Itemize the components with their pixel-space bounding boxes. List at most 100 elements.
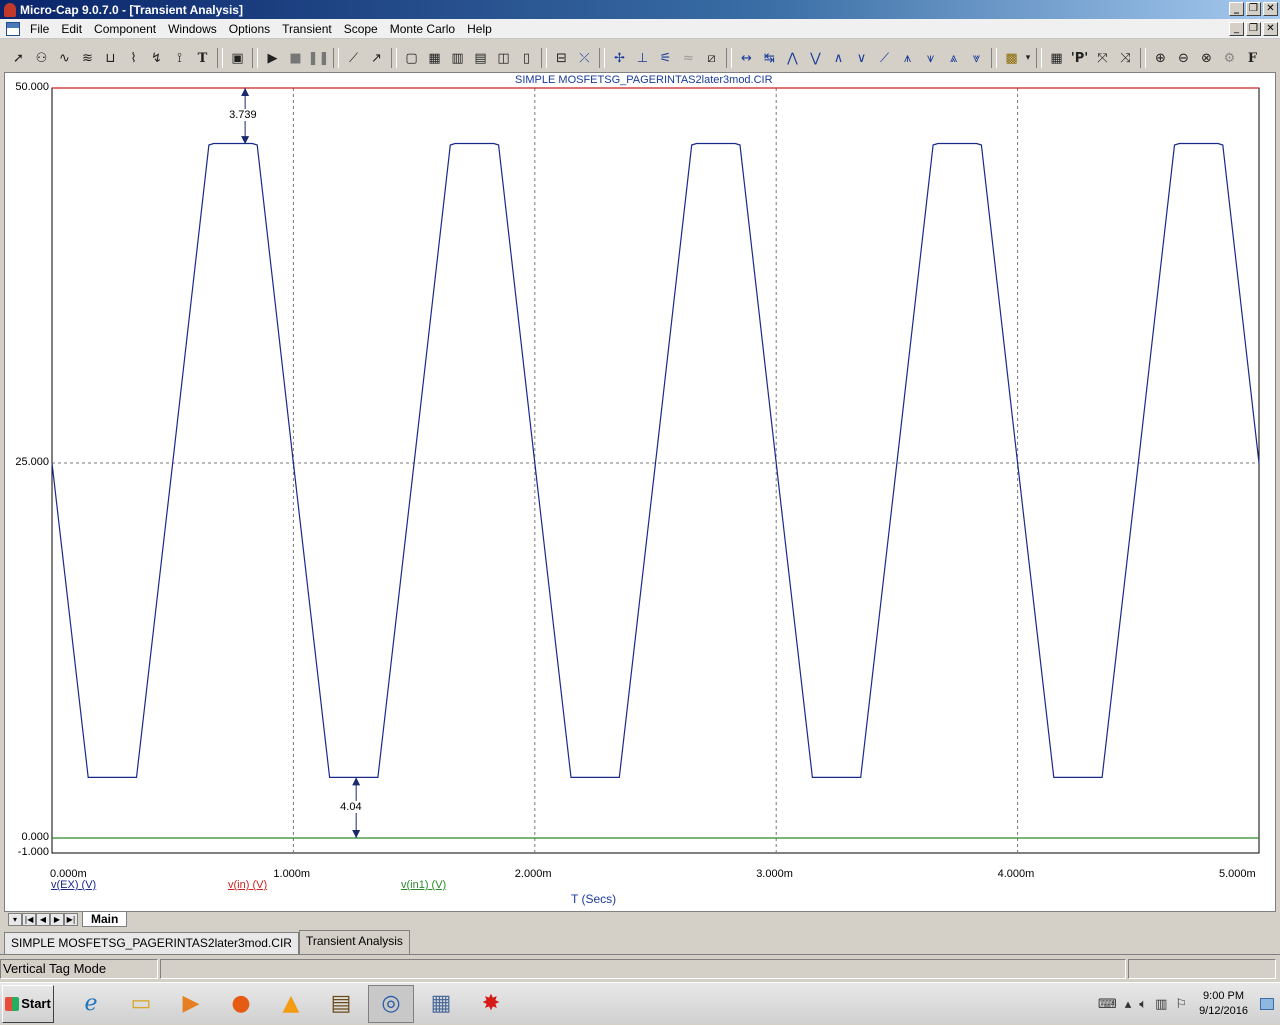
- menu-edit[interactable]: Edit: [55, 22, 88, 36]
- menu-help[interactable]: Help: [461, 22, 498, 36]
- zoom-out-icon[interactable]: ⊖: [1173, 48, 1194, 69]
- component-icon[interactable]: ⚇: [31, 48, 52, 69]
- properties-icon[interactable]: ▣: [227, 48, 248, 69]
- menu-file[interactable]: File: [24, 22, 55, 36]
- app-icon: [4, 2, 16, 17]
- bottom-icon[interactable]: ⩔: [966, 48, 987, 69]
- vlc-icon[interactable]: ▲: [268, 985, 314, 1023]
- prev-page-button[interactable]: ◀: [36, 912, 50, 926]
- toolbar-separator: [726, 48, 732, 68]
- show-desktop-icon[interactable]: [1260, 998, 1274, 1010]
- page-menu-button[interactable]: ▾: [8, 912, 22, 926]
- show-hidden-icons-icon[interactable]: ▴: [1125, 997, 1132, 1012]
- minor-grid-icon[interactable]: ▥: [447, 48, 468, 69]
- pause-icon[interactable]: ❚❚: [308, 48, 330, 69]
- columns-icon[interactable]: ▯: [516, 48, 537, 69]
- table2-icon[interactable]: ▦: [1046, 48, 1067, 69]
- tab-schematic[interactable]: SIMPLE MOSFETSG_PAGERINTAS2later3mod.CIR: [4, 932, 299, 954]
- pin-icon[interactable]: ⌇: [123, 48, 144, 69]
- tagwave-icon[interactable]: ≋: [77, 48, 98, 69]
- microcap-icon[interactable]: ◎: [368, 984, 414, 1023]
- diagonal-line-icon[interactable]: ↗: [366, 48, 387, 69]
- peak-icon[interactable]: ⋀: [782, 48, 803, 69]
- low-icon[interactable]: ∨: [851, 48, 872, 69]
- close-button[interactable]: ✕: [1263, 2, 1278, 16]
- select-arrow-icon[interactable]: ➚: [8, 48, 29, 69]
- media-player-icon[interactable]: ▶: [168, 985, 214, 1023]
- ruler-icon[interactable]: ⊟: [551, 48, 572, 69]
- scale-icon[interactable]: ⤫: [574, 48, 595, 69]
- axes-icon[interactable]: ▤: [470, 48, 491, 69]
- ie-icon[interactable]: ℯ: [68, 985, 114, 1023]
- frame-icon[interactable]: ▢: [401, 48, 422, 69]
- f-icon[interactable]: F: [1242, 48, 1263, 69]
- vertical-tag-label[interactable]: 3.739: [229, 109, 257, 122]
- global-low-icon[interactable]: ⩛: [920, 48, 941, 69]
- top-icon[interactable]: ⩓: [943, 48, 964, 69]
- menu-scope[interactable]: Scope: [338, 22, 384, 36]
- bracket-icon[interactable]: ⊔: [100, 48, 121, 69]
- paint-splat-icon[interactable]: ✸: [468, 985, 514, 1023]
- first-page-button[interactable]: |◀: [22, 912, 36, 926]
- legend-series-vin[interactable]: v(in) (V): [228, 879, 267, 891]
- calculator-icon[interactable]: ▦: [418, 985, 464, 1023]
- restore-button[interactable]: ❐: [1246, 2, 1261, 16]
- keyboard-icon[interactable]: ⌨: [1098, 997, 1117, 1012]
- inflection-icon[interactable]: ⟋: [874, 48, 895, 69]
- menu-transient[interactable]: Transient: [276, 22, 338, 36]
- minimize-button[interactable]: _: [1229, 2, 1244, 16]
- clock[interactable]: 9:00 PM 9/12/2016: [1199, 989, 1248, 1019]
- yscale-icon[interactable]: ⤨: [1115, 48, 1136, 69]
- doc-restore-button[interactable]: ❐: [1246, 22, 1261, 36]
- run-icon[interactable]: ▶: [262, 48, 283, 69]
- menu-component[interactable]: Component: [88, 22, 162, 36]
- menu-options[interactable]: Options: [223, 22, 276, 36]
- doc-close-button[interactable]: ✕: [1263, 22, 1278, 36]
- firefox-icon[interactable]: ●: [218, 985, 264, 1023]
- stop-icon[interactable]: ■: [285, 48, 306, 69]
- tag-vertical-icon[interactable]: ↹: [759, 48, 780, 69]
- start-button[interactable]: Start: [2, 984, 54, 1023]
- grid-icon[interactable]: ▦: [424, 48, 445, 69]
- global-high-icon[interactable]: ⩚: [897, 48, 918, 69]
- volume-icon[interactable]: 🔈︎: [1139, 997, 1147, 1012]
- document-icon[interactable]: [6, 21, 20, 36]
- doc-minimize-button[interactable]: _: [1229, 22, 1244, 36]
- menu-monte-carlo[interactable]: Monte Carlo: [384, 22, 461, 36]
- page-tab-main[interactable]: Main: [82, 911, 128, 927]
- text-icon[interactable]: T: [192, 48, 213, 69]
- toggle-icon[interactable]: ⧄: [701, 48, 722, 69]
- cursor-slope-icon[interactable]: ⚟: [655, 48, 676, 69]
- vertical-tag-label[interactable]: 4.04: [340, 800, 362, 813]
- network-icon[interactable]: ▥: [1155, 997, 1167, 1012]
- plot-frame[interactable]: SIMPLE MOSFETSG_PAGERINTAS2later3mod.CIR…: [4, 72, 1276, 912]
- pointtag2-icon[interactable]: ⟟: [169, 48, 190, 69]
- color-icon[interactable]: ▩: [1001, 48, 1022, 69]
- next-page-button[interactable]: ▶: [50, 912, 64, 926]
- table-icon[interactable]: ◫: [493, 48, 514, 69]
- wave-icon[interactable]: ∿: [54, 48, 75, 69]
- action-center-flag-icon[interactable]: ⚐: [1175, 997, 1187, 1012]
- archive-icon[interactable]: ▤: [318, 985, 364, 1023]
- pointtag-icon[interactable]: ↯: [146, 48, 167, 69]
- cursor-valley-icon[interactable]: ⊥: [632, 48, 653, 69]
- cursor-peak-icon[interactable]: ✢: [609, 48, 630, 69]
- xscale-icon[interactable]: ⤧: [1092, 48, 1113, 69]
- transient-plot[interactable]: [5, 73, 1275, 911]
- menu-windows[interactable]: Windows: [162, 22, 223, 36]
- legend-series-vin1[interactable]: v(in1) (V): [401, 879, 446, 891]
- zoom-fit-icon[interactable]: ⊗: [1196, 48, 1217, 69]
- valley-icon[interactable]: ⋁: [805, 48, 826, 69]
- tab-transient-analysis[interactable]: Transient Analysis: [298, 930, 410, 954]
- zoom-in-icon[interactable]: ⊕: [1150, 48, 1171, 69]
- cursor-wave-icon[interactable]: ≈: [678, 48, 699, 69]
- line-icon[interactable]: ⟋: [343, 48, 364, 69]
- high-icon[interactable]: ∧: [828, 48, 849, 69]
- legend-series-vex[interactable]: v(EX) (V): [51, 879, 96, 891]
- settings-icon[interactable]: ⚙: [1219, 48, 1240, 69]
- p-icon[interactable]: 'P': [1069, 48, 1090, 69]
- explorer-icon[interactable]: ▭: [118, 985, 164, 1023]
- tag-horizontal-icon[interactable]: ↔: [736, 48, 757, 69]
- last-page-button[interactable]: ▶|: [64, 912, 78, 926]
- dropdown-arrow-icon[interactable]: ▾: [1024, 48, 1032, 69]
